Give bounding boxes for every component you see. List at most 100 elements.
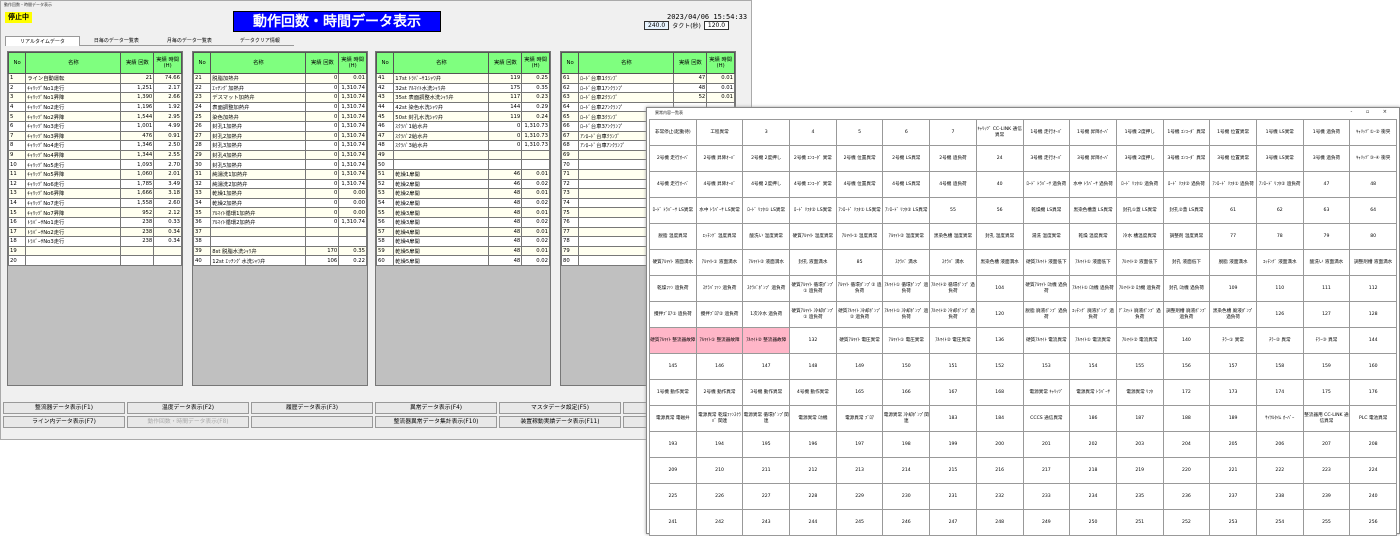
row-number: 29 — [192, 149, 212, 161]
row-count: 0 — [305, 197, 340, 209]
alarm-cell: 電源異常 乾燥ﾌｧﾝｽｸﾗﾊﾞ 関連 — [695, 405, 744, 432]
function-button[interactable]: ライン内データ表示(F7) — [3, 416, 125, 428]
row-number: 79 — [560, 245, 580, 257]
alarm-cell: 酸洗い 液面満水 — [1302, 249, 1351, 276]
alarm-cell: 攪拌ﾌﾞﾛｱ② 過負荷 — [695, 301, 744, 328]
row-time — [521, 149, 550, 161]
alarm-cell: 212 — [789, 457, 837, 484]
row-count: 48 — [488, 216, 523, 228]
function-button[interactable]: 動作回数・時間データ表示(F8) — [127, 416, 249, 428]
row-number: 35 — [192, 207, 212, 218]
row-name: 乾燥2加熱弁 — [210, 197, 307, 209]
alarm-cell: 封孔 ﾛｶ機 過負荷 — [1162, 275, 1211, 302]
status-badge: 停止中 — [5, 12, 32, 23]
row-number: 34 — [192, 197, 212, 209]
table-row: 34 乾燥2加熱弁 0 0.00 — [192, 197, 367, 209]
alarm-cell: 乾燥ﾌｧﾝ 過負荷 — [649, 275, 697, 302]
alarm-cell: 62 — [1255, 197, 1304, 224]
alarm-cell: 104 — [975, 275, 1024, 302]
alarm-cell: ﾛｰﾄﾞ ﾘﾌﾀ① LS異常 — [742, 197, 791, 224]
alarm-cell: 145 — [649, 353, 697, 380]
row-time — [338, 226, 367, 238]
table-row: 44 42st 染色水洗ｼｬﾜ弁 144 0.29 — [375, 101, 550, 113]
row-number: 38 — [192, 236, 212, 247]
row-count: 1,001 — [120, 120, 155, 132]
alarm-cell: 160 — [1349, 353, 1397, 380]
row-number: 21 — [192, 73, 212, 84]
alarm-cell: 40 — [975, 171, 1024, 198]
tab-monthly[interactable]: 月毎のデータ一覧表 — [152, 36, 226, 46]
function-button[interactable]: マスタデータ設定(F5) — [499, 402, 621, 414]
row-number: 8 — [7, 140, 27, 151]
alarm-cell: 194 — [695, 431, 744, 458]
function-button[interactable]: 整流器データ表示(F1) — [3, 402, 125, 414]
row-count: 0 — [305, 73, 340, 84]
row-count — [305, 236, 340, 247]
alarm-cell: 146 — [695, 353, 744, 380]
row-count: 238 — [120, 226, 155, 238]
row-count: 48 — [488, 245, 523, 257]
row-name: ｷｬﾘｯﾂﾞNo5昇降 — [25, 168, 122, 180]
alarm-cell: 144 — [1349, 327, 1397, 354]
row-number: 5 — [7, 111, 27, 122]
row-number: 57 — [375, 226, 395, 238]
row-time: 0.00 — [338, 197, 367, 209]
alarm-cell: 210 — [695, 457, 744, 484]
alarm-cell: 206 — [1255, 431, 1304, 458]
tab-clear-info[interactable]: データクリア情報 — [225, 36, 294, 46]
alarm-cell: 254 — [1255, 509, 1304, 536]
data-panel: No 名称 実績 回数 実績 時間(H) 1 ライン自動運転 21 74.66 2 ｷｬﾘｯﾂﾞN… — [7, 51, 183, 386]
alarm-cell: 2号機 昇降ｵｰﾊﾞ — [695, 145, 744, 172]
table-row: 54 乾燥2扉開 48 0.02 — [375, 197, 550, 209]
row-time: 1,310.73 — [521, 120, 550, 132]
row-count — [488, 159, 523, 170]
alarm-cell: 231 — [929, 483, 977, 510]
alarm-cell: 1号機 動作異常 — [649, 379, 697, 406]
alarm-cell: 3号機 昇降ｵｰﾊﾞ — [1069, 145, 1117, 172]
data-table: No 名称 実績 回数 実績 時間(H) 41 17st ﾄﾗﾊﾞｰｻ1ｼｬﾜ弁 119 0.… — [375, 52, 550, 266]
tab-realtime[interactable]: リアルタイムデータ — [5, 36, 80, 46]
function-button[interactable]: 履歴データ表示(F3) — [251, 402, 373, 414]
alarm-cell: 5 — [835, 119, 884, 146]
row-name: 12st ｴｯﾁﾝｸﾞ水洗ｼｬﾜ弁 — [210, 255, 307, 266]
alarm-cell: 174 — [1255, 379, 1304, 406]
row-number: 2 — [7, 82, 27, 94]
alarm-cell: 149 — [835, 353, 884, 380]
table-row: 6 ｷｬﾘｯﾂﾞNo3走行 1,001 4.99 — [7, 120, 182, 132]
table-row: 43 35st 表面調整水洗ｼｬﾜ弁 117 0.23 — [375, 92, 550, 103]
row-name: ｷｬﾘｯﾂﾞNo6走行 — [25, 178, 122, 190]
row-time: 1,310.74 — [338, 111, 367, 122]
table-row: 18 ﾄﾗﾊﾞｰｻNo3走行 238 0.34 — [7, 236, 182, 247]
row-number: 76 — [560, 216, 580, 228]
row-number: 37 — [192, 226, 212, 238]
tab-daily[interactable]: 日毎のデータ一覧表 — [79, 36, 153, 46]
table-row: 13 ｷｬﾘｯﾂﾞNo6昇降 1,666 3.18 — [7, 188, 182, 199]
alarm-cell: 黒染色槽 温度異常 — [929, 223, 977, 250]
function-button[interactable]: 装置稼動実績データ表示(F11) — [499, 416, 621, 428]
window-controls[interactable]: - ▫ × — [1350, 108, 1393, 117]
row-number: 44 — [375, 101, 395, 113]
takt-row: 240.0 タクト(秒) 120.0 — [644, 21, 730, 30]
function-button[interactable]: 異常データ表示(F4) — [375, 402, 497, 414]
row-number: 16 — [7, 216, 27, 228]
row-name: 乾燥1扉開 — [393, 168, 490, 180]
function-button[interactable] — [251, 416, 373, 428]
row-time: 2.66 — [153, 92, 182, 103]
row-count: 1,251 — [120, 82, 155, 94]
row-name — [210, 226, 307, 238]
row-name: 純湯洗1加熱弁 — [210, 168, 307, 180]
function-button[interactable]: 温度データ表示(F2) — [127, 402, 249, 414]
tab-bar: リアルタイムデータ 日毎のデータ一覧表 月毎のデータ一覧表 データクリア情報 — [5, 36, 294, 46]
row-count: 476 — [120, 130, 155, 142]
alarm-cell: 4 — [789, 119, 837, 146]
row-name: 封孔2加熱弁 — [210, 130, 307, 142]
row-count: 0 — [305, 178, 340, 190]
row-count: 0 — [305, 111, 340, 122]
column-header-count: 実績 回数 — [120, 52, 155, 74]
column-header-no: No — [7, 52, 27, 74]
alarm-cell: 151 — [929, 353, 977, 380]
realtime-data-window: 動作回数・時間データ表示 停止中 動作回数・時間データ表示 2023/04/06… — [0, 0, 752, 440]
alarm-cell: ﾛｰﾄﾞ ﾘﾌﾀ② LS異常 — [789, 197, 837, 224]
function-button[interactable]: 整流器異常データ集計表示(F10) — [375, 416, 497, 428]
row-number: 47 — [375, 130, 395, 142]
